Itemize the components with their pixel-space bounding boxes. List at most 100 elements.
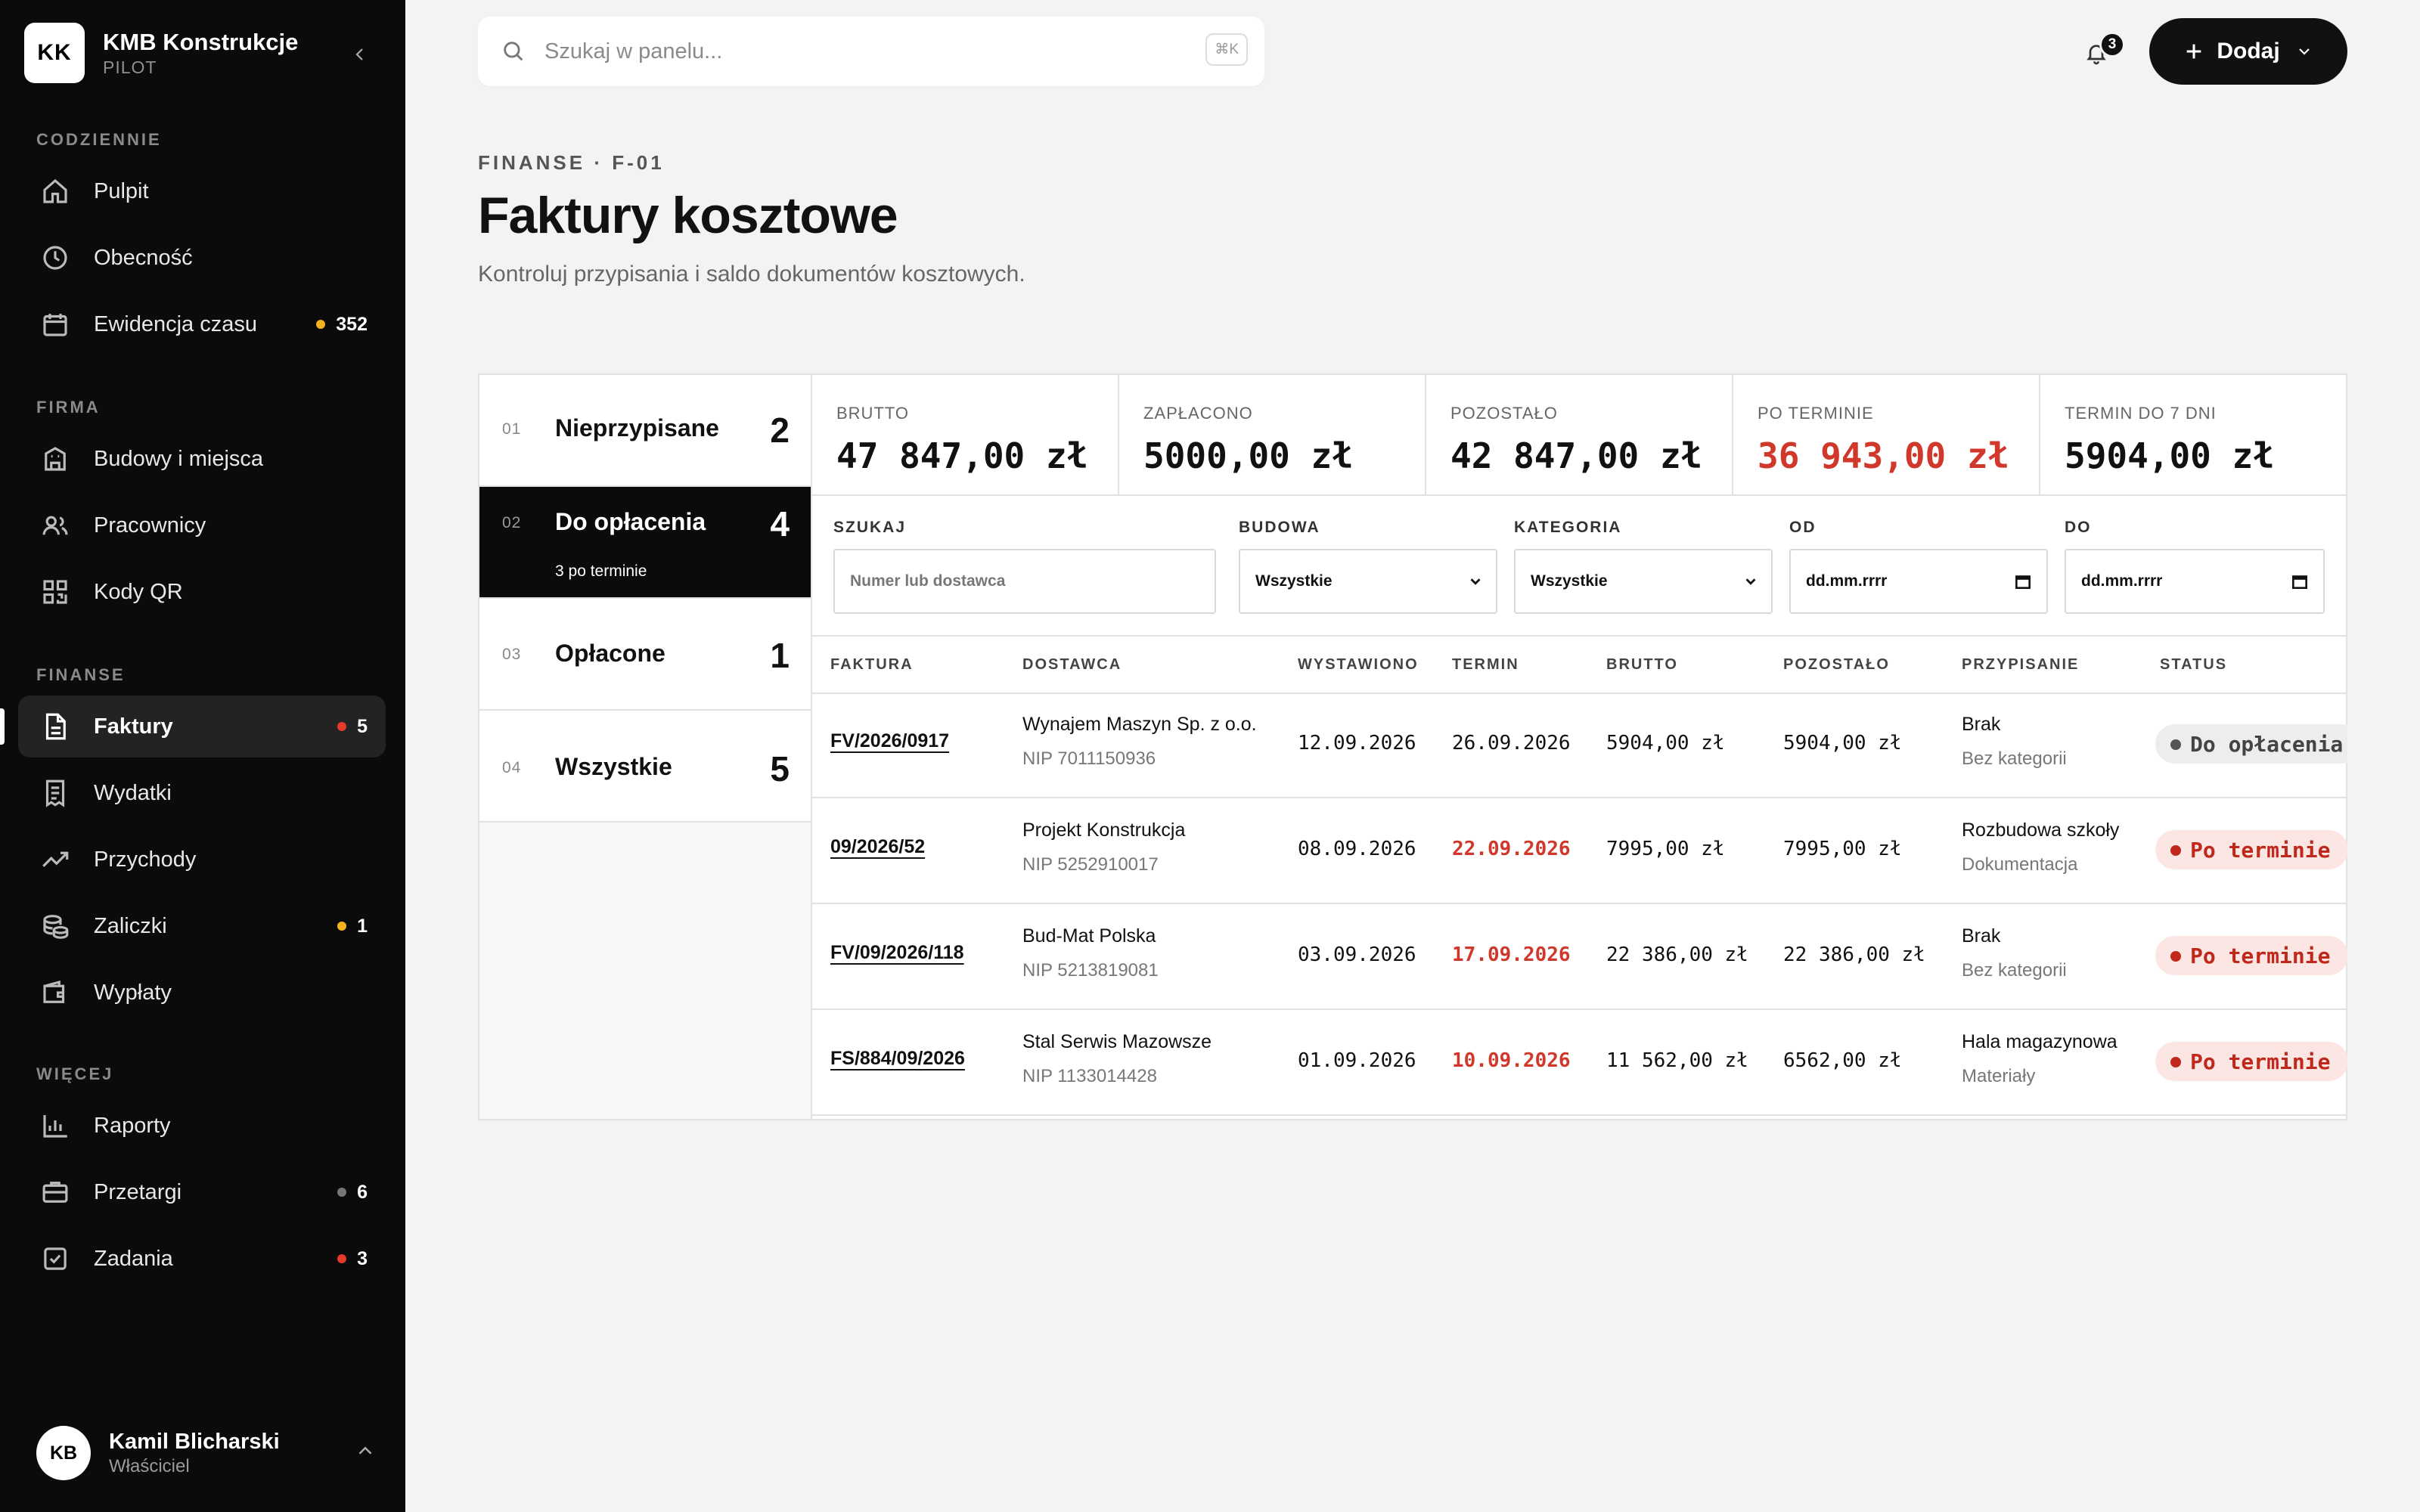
assignment-site: Brak bbox=[1962, 714, 2001, 735]
status-label: Do opłacenia bbox=[2190, 731, 2344, 757]
badge-count: 3 bbox=[357, 1247, 368, 1269]
table-row[interactable]: FS/884/09/2026 Stal Serwis Mazowsze NIP 11… bbox=[812, 1010, 2347, 1116]
user-menu[interactable]: KB Kamil Blicharski Właściciel bbox=[36, 1426, 377, 1480]
add-button-label: Dodaj bbox=[2217, 39, 2280, 64]
active-nav-marker bbox=[0, 708, 5, 745]
stat-value: 42 847,00 zł bbox=[1450, 435, 1702, 476]
filter-label: BUDOWA bbox=[1239, 519, 1320, 536]
tab-count: 2 bbox=[770, 411, 790, 450]
table-row[interactable]: FV/2026/0917 Wynajem Maszyn Sp. z o.o. NIP… bbox=[812, 692, 2347, 798]
filter-category-select[interactable]: Wszystkie bbox=[1514, 549, 1773, 614]
stat-value: 47 847,00 zł bbox=[836, 435, 1088, 476]
trend-up-icon bbox=[39, 844, 71, 875]
sidebar-item-label: Raporty bbox=[94, 1113, 171, 1138]
badge-dot bbox=[337, 722, 347, 731]
sidebar-item-przetargi[interactable]: Przetargi 6 bbox=[18, 1161, 386, 1223]
receipt-icon bbox=[39, 777, 71, 809]
coins-icon bbox=[39, 910, 71, 942]
invoice-link[interactable]: FV/09/2026/118 bbox=[830, 942, 964, 964]
filter-to: DO dd.mm.rrrr bbox=[2065, 519, 2325, 614]
sidebar-item-kody-qr[interactable]: Kody QR bbox=[18, 561, 386, 623]
sidebar-item-label: Wypłaty bbox=[94, 980, 172, 1005]
supplier-name: Projekt Konstrukcja bbox=[1022, 820, 1186, 841]
table-row[interactable]: 09/2026/52 Projekt Konstrukcja NIP 5252910… bbox=[812, 798, 2347, 904]
column-header[interactable]: BRUTTO bbox=[1606, 656, 1678, 674]
add-button[interactable]: Dodaj bbox=[2149, 18, 2347, 85]
invoice-link[interactable]: FV/2026/0917 bbox=[830, 730, 949, 752]
tab-number: 03 bbox=[502, 646, 522, 663]
sidebar-item-przychody[interactable]: Przychody bbox=[18, 829, 386, 891]
sidebar-item-pracownicy[interactable]: Pracownicy bbox=[18, 494, 386, 556]
sidebar-item-label: Kody QR bbox=[94, 579, 183, 604]
sidebar-item-zadania[interactable]: Zadania 3 bbox=[18, 1228, 386, 1290]
sidebar-item-pulpit[interactable]: Pulpit bbox=[18, 160, 386, 222]
column-header[interactable]: WYSTAWIONO bbox=[1298, 656, 1419, 674]
sidebar-item-faktury[interactable]: Faktury 5 bbox=[18, 696, 386, 758]
tab-count: 1 bbox=[770, 636, 790, 675]
tab-to-pay[interactable]: 02 Do opłacenia 4 3 po terminie bbox=[479, 487, 811, 599]
sidebar-item-raporty[interactable]: Raporty bbox=[18, 1095, 386, 1157]
filter-from-date[interactable]: dd.mm.rrrr bbox=[1789, 549, 2048, 614]
column-header[interactable]: TERMIN bbox=[1452, 656, 1519, 674]
tab-number: 01 bbox=[502, 420, 522, 438]
filter-to-date[interactable]: dd.mm.rrrr bbox=[2065, 549, 2325, 614]
chevron-left-icon bbox=[355, 48, 363, 60]
status-dot bbox=[2170, 739, 2181, 750]
tab-sublabel: 3 po terminie bbox=[555, 562, 647, 580]
sidebar-item-zaliczki[interactable]: Zaliczki 1 bbox=[18, 895, 386, 957]
column-header[interactable]: PRZYPISANIE bbox=[1962, 656, 2079, 674]
filter-label: DO bbox=[2065, 519, 2092, 536]
stat-overdue: PO TERMINIE 36 943,00 zł bbox=[1733, 375, 2040, 494]
column-header[interactable]: FAKTURA bbox=[830, 656, 914, 674]
column-header[interactable]: POZOSTAŁO bbox=[1783, 656, 1890, 674]
sidebar-item-label: Pracownicy bbox=[94, 513, 206, 538]
status-badge: Po terminie bbox=[2155, 830, 2347, 869]
sidebar-item-obecność[interactable]: Obecność bbox=[18, 227, 386, 289]
supplier-name: Wynajem Maszyn Sp. z o.o. bbox=[1022, 714, 1257, 735]
sidebar-item-wydatki[interactable]: Wydatki bbox=[18, 762, 386, 824]
sidebar-item-ewidencja-czasu[interactable]: Ewidencja czasu 352 bbox=[18, 293, 386, 355]
stat-label: POZOSTAŁO bbox=[1450, 404, 1558, 423]
supplier-name: Bud-Mat Polska bbox=[1022, 925, 1156, 947]
status-label: Po terminie bbox=[2190, 943, 2331, 968]
sidebar-item-budowy-i-miejsca[interactable]: Budowy i miejsca bbox=[18, 428, 386, 490]
tab-number: 02 bbox=[502, 514, 522, 531]
invoice-link[interactable]: FS/884/09/2026 bbox=[830, 1048, 965, 1070]
table-row[interactable]: FV/09/2026/118 Bud-Mat Polska NIP 52138190… bbox=[812, 904, 2347, 1010]
invoice-link[interactable]: 09/2026/52 bbox=[830, 836, 925, 858]
filter-category: KATEGORIA Wszystkie bbox=[1514, 519, 1773, 614]
brand[interactable]: KK KMB Konstrukcje PILOT bbox=[24, 23, 298, 83]
remaining-amount: 22 386,00 zł bbox=[1783, 943, 1925, 966]
filter-site: BUDOWA Wszystkie bbox=[1239, 519, 1497, 614]
users-icon bbox=[39, 510, 71, 541]
calendar-icon bbox=[39, 308, 71, 340]
notifications-button[interactable]: 3 bbox=[2084, 32, 2125, 71]
badge-dot bbox=[337, 1254, 347, 1263]
gross-amount: 22 386,00 zł bbox=[1606, 943, 1748, 966]
due-date: 17.09.2026 bbox=[1452, 943, 1571, 966]
assignment-site: Rozbudowa szkoły bbox=[1962, 820, 2120, 841]
assignment-site: Hala magazynowa bbox=[1962, 1031, 2118, 1052]
sidebar-item-label: Budowy i miejsca bbox=[94, 446, 264, 471]
column-header[interactable]: DOSTAWCA bbox=[1022, 656, 1122, 674]
filter-from: OD dd.mm.rrrr bbox=[1789, 519, 2048, 614]
collapse-sidebar-button[interactable] bbox=[345, 39, 375, 70]
column-header[interactable]: STATUS bbox=[2160, 656, 2227, 674]
brand-name: KMB Konstrukcje bbox=[103, 28, 299, 55]
status-dot bbox=[2170, 845, 2181, 856]
tab-label: Do opłacenia bbox=[555, 508, 706, 535]
sidebar-item-label: Obecność bbox=[94, 245, 193, 270]
global-search-input[interactable]: Szukaj w panelu... ⌘K bbox=[478, 17, 1264, 86]
avatar: KB bbox=[36, 1426, 91, 1480]
sidebar-item-wypłaty[interactable]: Wypłaty bbox=[18, 962, 386, 1024]
tab-unassigned[interactable]: 01 Nieprzypisane 2 bbox=[479, 375, 811, 487]
sidebar-item-label: Zadania bbox=[94, 1246, 173, 1271]
issued-date: 03.09.2026 bbox=[1298, 943, 1416, 966]
section-label-daily: CODZIENNIE bbox=[36, 130, 162, 149]
tab-paid[interactable]: 03 Opłacone 1 bbox=[479, 599, 811, 711]
tab-all[interactable]: 04 Wszystkie 5 bbox=[479, 711, 811, 823]
filter-site-select[interactable]: Wszystkie bbox=[1239, 549, 1497, 614]
bar-chart-icon bbox=[39, 1110, 71, 1142]
filter-search-input[interactable]: Numer lub dostawca bbox=[833, 549, 1216, 614]
checkbox-icon bbox=[39, 1243, 71, 1275]
